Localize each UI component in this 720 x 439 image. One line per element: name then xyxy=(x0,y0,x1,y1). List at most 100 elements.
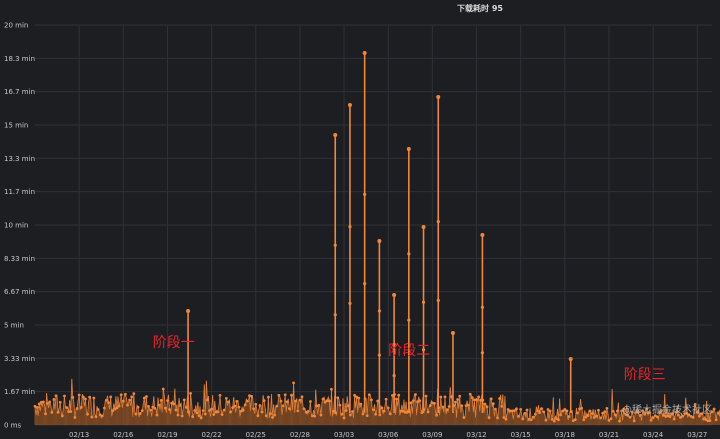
data-point xyxy=(174,408,178,412)
data-point xyxy=(319,413,323,417)
data-point xyxy=(426,410,430,414)
data-point xyxy=(531,415,535,419)
data-point xyxy=(54,394,58,398)
y-tick-label: 0 ms xyxy=(4,422,21,430)
x-tick-label: 03/12 xyxy=(466,431,486,439)
data-point xyxy=(552,419,556,423)
data-point xyxy=(317,403,321,407)
data-point xyxy=(338,403,342,407)
data-point xyxy=(199,416,203,420)
x-tick-label: 03/09 xyxy=(422,431,442,439)
data-point xyxy=(454,400,457,404)
data-point xyxy=(489,397,493,401)
y-tick-label: 11.7 min xyxy=(4,188,35,196)
data-point xyxy=(224,396,228,400)
data-point xyxy=(491,402,495,406)
data-point xyxy=(288,407,291,411)
data-point xyxy=(378,413,382,417)
data-point xyxy=(382,409,386,413)
data-point xyxy=(544,418,548,422)
data-point xyxy=(504,417,508,421)
data-point xyxy=(132,392,136,396)
data-point xyxy=(651,416,655,420)
data-point xyxy=(500,404,504,408)
x-tick-label: 02/28 xyxy=(290,431,310,439)
spike-peak-point xyxy=(377,239,382,243)
data-point xyxy=(79,406,83,409)
data-point xyxy=(582,418,586,422)
data-point xyxy=(178,403,182,407)
x-tick-label: 03/15 xyxy=(511,431,531,439)
data-point xyxy=(496,416,499,420)
data-point xyxy=(48,400,52,404)
data-point xyxy=(498,397,502,400)
spike-mid-point xyxy=(333,243,337,247)
data-point xyxy=(348,413,352,417)
y-tick-label: 6.67 min xyxy=(4,288,35,296)
data-point xyxy=(613,413,617,417)
data-point xyxy=(235,399,239,403)
spike-mid-point xyxy=(480,351,485,355)
data-point xyxy=(86,412,89,416)
data-point xyxy=(414,393,417,396)
data-point xyxy=(117,404,121,408)
data-point xyxy=(576,411,579,415)
data-point xyxy=(134,412,138,416)
data-point xyxy=(285,400,289,404)
data-point xyxy=(466,403,470,407)
data-point xyxy=(279,399,283,403)
data-point xyxy=(81,395,85,399)
data-point xyxy=(264,414,268,418)
spike-peak-point xyxy=(406,147,411,151)
data-point xyxy=(63,394,66,398)
data-point xyxy=(512,409,516,413)
data-point xyxy=(92,396,96,400)
spike-mid-point xyxy=(392,374,396,378)
data-point xyxy=(193,409,197,412)
data-point xyxy=(189,391,192,395)
data-point xyxy=(470,396,474,400)
data-point xyxy=(96,408,100,411)
data-point xyxy=(548,409,552,413)
data-point xyxy=(147,404,150,408)
data-point xyxy=(227,400,230,404)
data-point xyxy=(157,403,161,407)
y-tick-label: 3.33 min xyxy=(4,355,35,363)
data-point xyxy=(374,412,378,416)
data-point xyxy=(241,408,245,412)
data-point xyxy=(605,406,609,410)
data-point xyxy=(309,400,312,403)
data-point xyxy=(56,410,60,414)
data-point xyxy=(586,414,590,417)
spike-mid-point xyxy=(480,305,485,309)
y-tick-label: 16.7 min xyxy=(4,88,35,96)
data-point xyxy=(409,401,413,405)
data-point xyxy=(611,409,615,413)
x-tick-label: 03/21 xyxy=(599,431,619,439)
data-point xyxy=(618,419,621,423)
data-point xyxy=(44,412,47,416)
data-point xyxy=(573,418,577,421)
spike-peak-point xyxy=(186,309,191,313)
data-point xyxy=(300,395,304,399)
data-point xyxy=(149,408,153,412)
data-point xyxy=(351,410,354,413)
data-point xyxy=(538,411,541,414)
spike-mid-point xyxy=(407,252,411,256)
data-point xyxy=(266,395,270,399)
data-point xyxy=(458,394,462,398)
data-point xyxy=(533,412,537,416)
data-point xyxy=(237,405,241,409)
data-point xyxy=(567,415,571,418)
spike-mid-point xyxy=(377,353,381,357)
data-point xyxy=(597,408,600,412)
data-point xyxy=(153,406,157,410)
data-point xyxy=(529,418,533,422)
data-point xyxy=(105,398,108,402)
data-point xyxy=(163,406,167,410)
data-point xyxy=(172,402,176,406)
data-point xyxy=(168,408,171,411)
data-point xyxy=(321,397,325,401)
data-point xyxy=(138,412,142,415)
spike-peak-point xyxy=(480,233,485,237)
